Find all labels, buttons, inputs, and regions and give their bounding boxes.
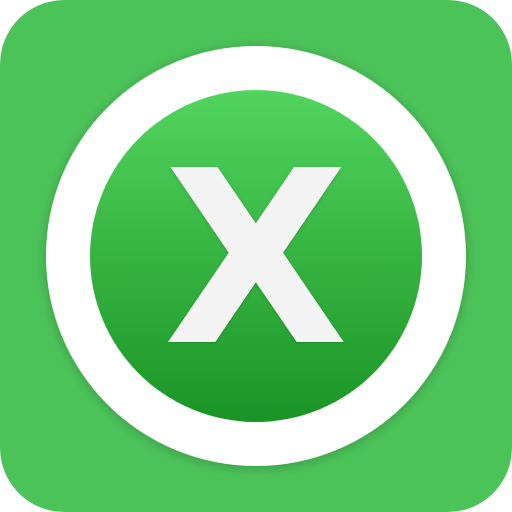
x-letter-icon: X xyxy=(163,119,348,399)
app-icon[interactable]: X xyxy=(0,0,512,512)
app-icon-graphic: X xyxy=(0,0,512,512)
